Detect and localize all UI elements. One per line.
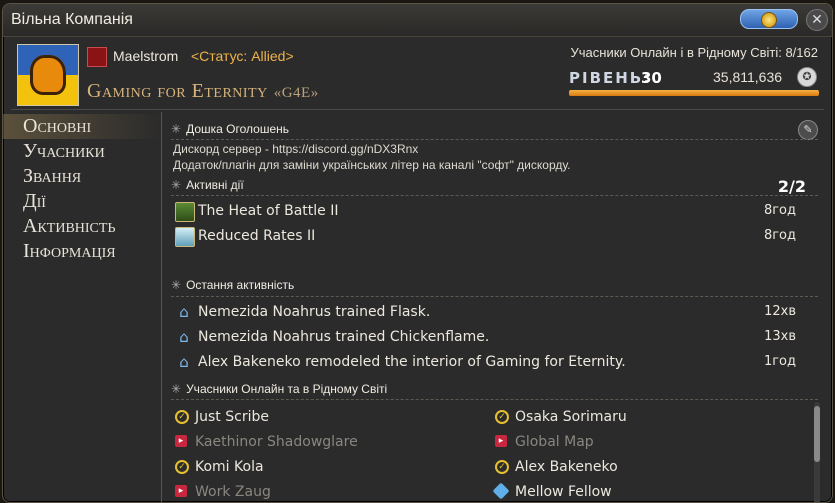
rank-value: 30 — [641, 69, 662, 87]
title-bar[interactable]: Вільна Компанія ✕ — [3, 4, 832, 37]
action-row[interactable]: Reduced Rates II 8год — [173, 225, 818, 247]
fc-tag: «G4E» — [273, 85, 319, 101]
header-divider — [11, 109, 824, 110]
member-name: Global Map — [515, 434, 594, 450]
notice-board-heading: ✳ Дошка Оголошень — [171, 120, 289, 138]
active-actions-count: 2/2 — [777, 177, 806, 196]
fc-name-text: Gaming for Eternity — [87, 80, 268, 102]
sparkle-icon: ✳ — [171, 122, 182, 136]
seal-icon — [761, 12, 777, 28]
maelstrom-icon — [87, 47, 107, 67]
active-actions-heading: ✳ Активні дії — [171, 176, 244, 194]
battle-action-icon — [175, 202, 195, 222]
activity-text: Nemezida Noahrus trained Chickenflame. — [198, 329, 490, 345]
activity-row: ⌂ Nemezida Noahrus trained Flask. 12хв — [173, 301, 818, 323]
fc-name: Gaming for Eternity «G4E» — [87, 80, 319, 103]
sidebar-item-actions[interactable]: Дії — [3, 189, 161, 214]
rank-progress-fill — [569, 90, 819, 96]
company-credits: 35,811,636 — [713, 69, 783, 85]
member-name: Osaka Sorimaru — [515, 409, 627, 425]
action-time: 8год — [763, 228, 796, 243]
notice-line: Дискорд сервер - https://discord.gg/nDX3… — [173, 142, 419, 156]
members-list: ✓ Just Scribe ▸ Kaethinor Shadowglare ✓ … — [173, 404, 800, 502]
member-name: Mellow Fellow — [515, 484, 612, 500]
notice-board-title: Дошка Оголошень — [186, 122, 289, 136]
fc-crest — [17, 44, 79, 106]
sidebar-nav: Основні Учасники Звання Дії Активність І… — [3, 114, 161, 502]
section-divider — [171, 399, 818, 400]
lion-emblem-icon — [30, 55, 66, 95]
online-status-icon: ✓ — [175, 460, 189, 474]
sidebar-divider — [161, 112, 162, 502]
house-icon: ⌂ — [179, 353, 189, 371]
busy-status-icon: ▸ — [175, 435, 187, 447]
sidebar-item-info[interactable]: Інформація — [3, 239, 161, 264]
activity-text: Nemezida Noahrus trained Flask. — [198, 304, 431, 320]
activity-time: 1год — [763, 354, 796, 369]
member-name: Komi Kola — [195, 459, 264, 475]
house-icon: ⌂ — [179, 303, 189, 321]
section-divider — [171, 139, 818, 140]
action-name: Reduced Rates II — [198, 228, 316, 244]
member-name: Just Scribe — [195, 409, 269, 425]
currency-icon: ✪ — [797, 67, 817, 87]
window-title: Вільна Компанія — [11, 11, 133, 28]
sidebar-item-ranks[interactable]: Звання — [3, 164, 161, 189]
section-divider — [171, 195, 818, 196]
activity-time: 13хв — [764, 329, 796, 344]
rank-label: РІВЕНЬ: — [569, 69, 652, 87]
close-icon: ✕ — [811, 12, 823, 28]
alliance-status: <Статус: Allied> — [191, 48, 294, 64]
rank-progress-bar — [569, 90, 819, 96]
sidebar-item-members[interactable]: Учасники — [3, 139, 161, 164]
sparkle-icon: ✳ — [171, 278, 182, 292]
member-name: Alex Bakeneko — [515, 459, 618, 475]
busy-status-icon: ▸ — [175, 485, 187, 497]
member-name: Work Zaug — [195, 484, 271, 500]
action-name: The Heat of Battle II — [198, 203, 339, 219]
free-company-window: Вільна Компанія ✕ Maelstrom <Статус: All… — [2, 3, 833, 503]
grand-company-name: Maelstrom — [113, 48, 179, 64]
close-button[interactable]: ✕ — [806, 9, 828, 31]
member-name: Kaethinor Shadowglare — [195, 434, 358, 450]
online-status-icon: ✓ — [175, 410, 189, 424]
notice-line: Додаток/плагін для заміни українських лі… — [173, 158, 571, 172]
pencil-icon: ✎ — [803, 123, 813, 136]
sidebar-item-overview[interactable]: Основні — [3, 114, 161, 139]
busy-status-icon: ▸ — [495, 435, 507, 447]
members-online-heading: ✳ Учасники Онлайн та в Рідному Світі — [171, 380, 387, 398]
sparkle-icon: ✳ — [171, 178, 182, 192]
company-seal-button[interactable] — [740, 9, 798, 29]
diamond-status-icon — [492, 482, 510, 500]
members-online-title: Учасники Онлайн та в Рідному Світі — [186, 382, 388, 396]
section-divider — [171, 296, 818, 297]
action-row[interactable]: The Heat of Battle II 8год — [173, 200, 818, 222]
edit-notice-button[interactable]: ✎ — [798, 120, 818, 140]
online-members-count: Учасники Онлайн і в Рідному Світі: 8/162 — [570, 45, 818, 60]
activity-time: 12хв — [764, 304, 796, 319]
online-status-icon: ✓ — [495, 460, 509, 474]
members-scrollbar[interactable] — [814, 402, 820, 502]
recent-activity-title: Остання активність — [186, 278, 295, 292]
main-panel: ✳ Дошка Оголошень ✎ Дискорд сервер - http… — [167, 114, 822, 502]
activity-text: Alex Bakeneko remodeled the interior of … — [198, 354, 626, 370]
activity-row: ⌂ Nemezida Noahrus trained Chickenflame.… — [173, 326, 818, 348]
house-icon: ⌂ — [179, 328, 189, 346]
sidebar-item-activity[interactable]: Активність — [3, 214, 161, 239]
online-status-icon: ✓ — [495, 410, 509, 424]
active-actions-title: Активні дії — [186, 178, 244, 192]
scrollbar-thumb[interactable] — [814, 406, 820, 462]
action-time: 8год — [763, 203, 796, 218]
rates-action-icon — [175, 227, 195, 247]
sparkle-icon: ✳ — [171, 382, 182, 396]
recent-activity-heading: ✳ Остання активність — [171, 276, 294, 294]
activity-row: ⌂ Alex Bakeneko remodeled the interior o… — [173, 351, 818, 373]
